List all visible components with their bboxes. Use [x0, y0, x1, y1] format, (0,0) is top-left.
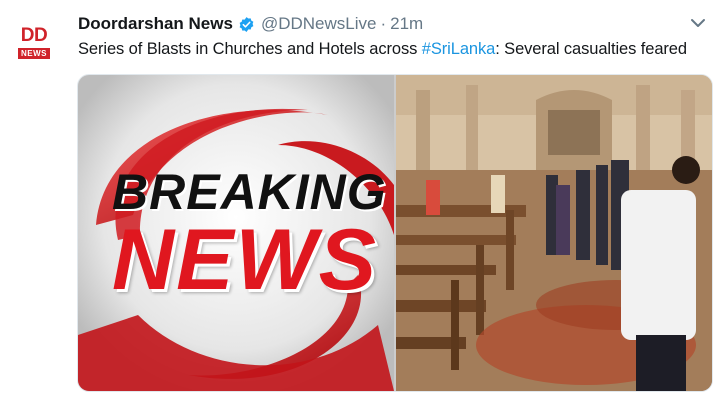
display-name[interactable]: Doordarshan News	[78, 14, 233, 34]
tweet-text-before: Series of Blasts in Churches and Hotels …	[78, 40, 422, 58]
caret-down-icon[interactable]	[690, 16, 706, 30]
church-scene-photo[interactable]	[396, 75, 712, 391]
timestamp[interactable]: 21m	[390, 14, 423, 34]
avatar-dd-text: DD	[20, 25, 48, 46]
separator-dot: ·	[380, 14, 387, 33]
tweet-text: Series of Blasts in Churches and Hotels …	[78, 38, 718, 60]
breaking-news-image[interactable]: BREAKING NEWS	[78, 75, 394, 391]
hashtag-link[interactable]: #SriLanka	[422, 40, 496, 58]
tweet[interactable]: DD NEWS Doordarshan News @DDNewsLive · 2…	[0, 0, 720, 406]
avatar[interactable]: DD NEWS	[14, 26, 54, 66]
avatar-news-text: NEWS	[18, 48, 50, 59]
media-grid: BREAKING NEWS	[77, 74, 713, 392]
church-scene-graphic	[396, 75, 712, 391]
news-text: NEWS	[112, 212, 378, 308]
tweet-text-after: : Several casualties feared	[495, 40, 687, 58]
handle[interactable]: @DDNewsLive	[261, 14, 377, 34]
tweet-header: Doordarshan News @DDNewsLive · 21m	[78, 13, 423, 35]
verified-badge-icon	[238, 16, 255, 33]
